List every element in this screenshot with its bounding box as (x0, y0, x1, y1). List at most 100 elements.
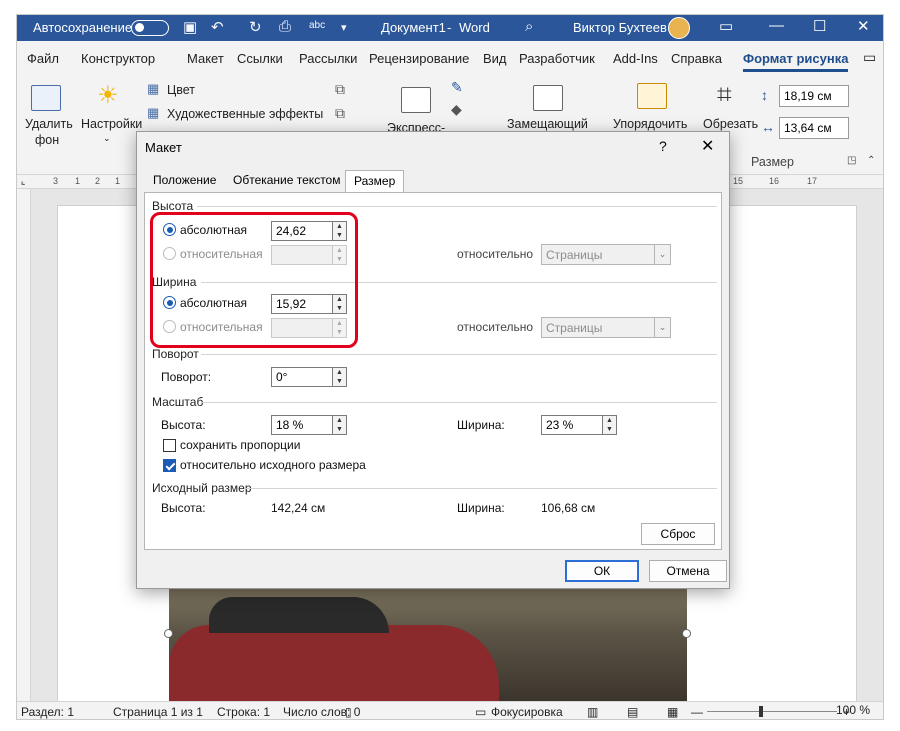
tab-text-wrapping[interactable]: Обтекание текстом (225, 170, 348, 192)
original-size-section-title: Исходный размер (152, 481, 252, 495)
resize-handle-right[interactable] (682, 629, 691, 638)
document-title: Документ1 (381, 20, 446, 35)
inserted-picture[interactable] (169, 587, 687, 705)
tab-view[interactable]: Вид (483, 51, 507, 66)
tab-design[interactable]: Конструктор (81, 51, 155, 66)
tab-review[interactable]: Рецензирование (369, 51, 469, 66)
redo-icon[interactable]: ↻ (249, 18, 262, 36)
corrections-dropdown-icon[interactable]: ⌄ (103, 133, 111, 144)
alt-text-button[interactable]: Замещающий (507, 117, 588, 131)
close-icon[interactable]: ✕ (701, 136, 714, 156)
zoom-out-icon[interactable]: — (691, 705, 703, 719)
divider (197, 206, 717, 207)
scale-height-spinner[interactable]: ▲ ▼ (332, 415, 347, 435)
web-layout-icon[interactable]: ▦ (667, 705, 678, 719)
search-icon[interactable]: ⌕ (525, 18, 533, 35)
tab-addins[interactable]: Add-Ins (613, 51, 658, 66)
artistic-effects-icon[interactable]: ▦ (147, 105, 159, 121)
minimize-icon[interactable]: — (769, 17, 784, 34)
help-icon[interactable]: ? (659, 138, 667, 154)
alt-text-icon[interactable] (533, 85, 563, 111)
ok-button[interactable]: ОК (565, 560, 639, 582)
undo-icon[interactable]: ↶ (211, 18, 224, 36)
resize-handle-left[interactable] (164, 629, 173, 638)
tab-layout[interactable]: Макет (187, 51, 224, 66)
tab-mailings[interactable]: Рассылки (299, 51, 357, 66)
ribbon-display-icon[interactable]: ▭ (863, 49, 876, 66)
compress-icon[interactable]: ⧉ (335, 81, 345, 98)
user-name[interactable]: Виктор Бухтеев (573, 20, 667, 35)
zoom-level[interactable]: 100 % (836, 703, 870, 717)
remove-bg-label-2[interactable]: фон (35, 133, 59, 147)
status-page[interactable]: Страница 1 из 1 (113, 705, 203, 719)
tab-picture-format[interactable]: Формат рисунка (743, 51, 849, 72)
customize-toolbar-icon[interactable]: ▾ (341, 21, 347, 34)
scale-width-value: 23 % (546, 418, 574, 432)
corrections-icon[interactable]: ☀ (97, 81, 119, 110)
vertical-ruler[interactable] (17, 189, 31, 701)
scale-height-input[interactable]: 18 % (271, 415, 333, 435)
color-button[interactable]: Цвет (167, 83, 195, 97)
tab-help[interactable]: Справка (671, 51, 722, 66)
rotation-spinner[interactable]: ▲ ▼ (332, 367, 347, 387)
crop-button[interactable]: Обрезать (703, 117, 758, 131)
cancel-button[interactable]: Отмена (649, 560, 727, 582)
lock-aspect-label[interactable]: сохранить пропорции (180, 438, 300, 452)
collapse-ribbon-icon[interactable]: ⌃ (867, 155, 875, 166)
avatar[interactable] (668, 17, 690, 39)
print-layout-icon[interactable]: ▤ (627, 705, 638, 719)
autosave-toggle[interactable] (131, 20, 169, 36)
app-name: Word (459, 20, 490, 35)
zoom-slider-thumb[interactable] (759, 706, 763, 717)
zoom-slider[interactable] (707, 711, 837, 712)
quick-styles-icon[interactable] (401, 87, 431, 113)
height-relative-to-select[interactable]: Страницы ⌄ (541, 244, 671, 265)
chevron-down-icon: ⌄ (654, 245, 670, 264)
picture-border-icon[interactable]: ✎ (451, 79, 463, 96)
shape-width-field[interactable]: 13,64 см (779, 117, 849, 139)
shape-height-field[interactable]: 18,19 см (779, 85, 849, 107)
artistic-effects-button[interactable]: Художественные эффекты (167, 107, 323, 121)
focus-mode-button[interactable]: Фокусировка (491, 705, 563, 719)
close-icon[interactable]: ✕ (857, 17, 870, 35)
arrange-button[interactable]: Упорядочить (613, 117, 687, 131)
ribbon-options-icon[interactable]: ▭ (719, 17, 733, 35)
rotation-input[interactable]: 0° (271, 367, 333, 387)
change-picture-icon[interactable]: ⧉ (335, 105, 345, 122)
maximize-icon[interactable]: ☐ (813, 17, 826, 35)
remove-background-icon[interactable] (31, 85, 61, 111)
read-mode-icon[interactable]: ▥ (587, 705, 598, 719)
focus-icon[interactable]: ▭ (475, 705, 486, 719)
crop-icon[interactable]: ⌗ (717, 79, 732, 111)
save-icon[interactable]: ▣ (183, 18, 197, 36)
remove-bg-label-1[interactable]: Удалить (25, 117, 73, 131)
width-relative-to-label: относительно (457, 320, 534, 334)
lock-aspect-checkbox[interactable] (163, 439, 176, 452)
tab-developer[interactable]: Разработчик (519, 51, 595, 66)
tab-position[interactable]: Положение (145, 170, 224, 192)
ruler-mark: 16 (769, 176, 780, 186)
arrange-icon[interactable] (637, 83, 667, 109)
tab-file[interactable]: Файл (27, 51, 59, 66)
picture-effects-icon[interactable]: ◆ (451, 101, 462, 118)
tab-selector-icon[interactable]: ⌞ (21, 176, 25, 187)
status-section[interactable]: Раздел: 1 (21, 705, 74, 719)
scale-width-label: Ширина: (457, 418, 505, 432)
reset-button[interactable]: Сброс (641, 523, 715, 545)
size-dialog-launcher-icon[interactable]: ◳ (847, 155, 856, 166)
color-icon[interactable]: ▦ (147, 81, 159, 97)
relative-original-label[interactable]: относительно исходного размера (180, 458, 366, 472)
status-line[interactable]: Строка: 1 (217, 705, 270, 719)
width-relative-to-select[interactable]: Страницы ⌄ (541, 317, 671, 338)
scale-width-spinner[interactable]: ▲ ▼ (602, 415, 617, 435)
original-width-value: 106,68 см (541, 501, 596, 515)
spelling-icon[interactable]: abc (309, 20, 325, 31)
scale-width-input[interactable]: 23 % (541, 415, 603, 435)
ruler-mark: 17 (807, 176, 818, 186)
corrections-button[interactable]: Настройки (81, 117, 142, 131)
spellcheck-icon[interactable]: ▯ (345, 705, 352, 719)
tab-references[interactable]: Ссылки (237, 51, 283, 66)
relative-original-checkbox[interactable] (163, 459, 176, 472)
tab-size[interactable]: Размер (345, 170, 405, 192)
quick-print-icon[interactable]: ⎙ (279, 18, 291, 35)
